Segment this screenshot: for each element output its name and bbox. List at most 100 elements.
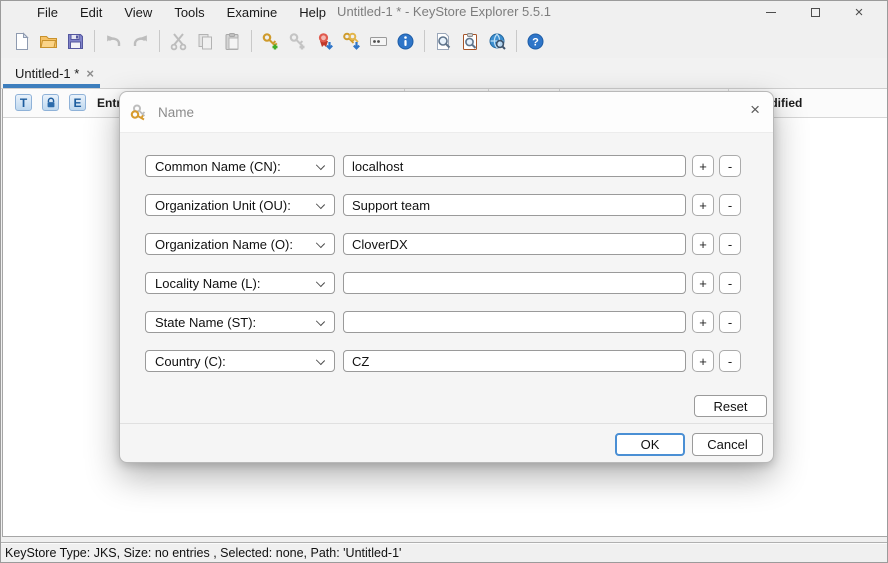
help-button[interactable]: ? — [522, 28, 549, 54]
import-trusted-certificate-button[interactable] — [311, 28, 338, 54]
chevron-down-icon — [316, 161, 325, 170]
examine-clipboard-icon — [461, 32, 480, 51]
toolbar-separator — [159, 30, 160, 52]
ok-button[interactable]: OK — [615, 433, 685, 456]
set-password-button[interactable] — [365, 28, 392, 54]
add-attribute-button-3[interactable]: + — [692, 272, 714, 294]
add-attribute-button-0[interactable]: + — [692, 155, 714, 177]
properties-button[interactable] — [392, 28, 419, 54]
close-button[interactable]: × — [837, 1, 881, 24]
import-key-pair-icon — [342, 32, 361, 51]
attribute-value-input-3[interactable] — [343, 272, 686, 294]
paste-button[interactable] — [219, 28, 246, 54]
reset-button[interactable]: Reset — [694, 395, 767, 417]
undo-icon — [104, 32, 123, 51]
copy-button[interactable] — [192, 28, 219, 54]
active-tab-indicator — [3, 84, 100, 88]
attribute-type-label: Common Name (CN): — [155, 159, 281, 174]
examine-ssl-icon — [488, 32, 507, 51]
new-file-button[interactable] — [8, 28, 35, 54]
dialog-close-icon[interactable]: × — [750, 101, 760, 118]
svg-text:?: ? — [532, 36, 539, 48]
save-file-button[interactable] — [62, 28, 89, 54]
open-file-button[interactable] — [35, 28, 62, 54]
attribute-type-select-1[interactable]: Organization Unit (OU): — [145, 194, 335, 216]
lock-icon — [45, 97, 57, 109]
cut-button[interactable] — [165, 28, 192, 54]
add-attribute-button-5[interactable]: + — [692, 350, 714, 372]
dialog-title: Name — [158, 105, 194, 120]
add-attribute-button-4[interactable]: + — [692, 311, 714, 333]
set-password-icon — [369, 32, 388, 51]
window-title: Untitled-1 * - KeyStore Explorer 5.5.1 — [337, 4, 551, 19]
expiry-status-icon[interactable]: E — [69, 94, 86, 111]
attribute-type-select-2[interactable]: Organization Name (O): — [145, 233, 335, 255]
tab-close-icon[interactable]: × — [86, 67, 94, 80]
redo-button[interactable] — [127, 28, 154, 54]
examine-file-icon — [434, 32, 453, 51]
menu-edit[interactable]: Edit — [69, 3, 113, 22]
attribute-type-label: Country (C): — [155, 354, 226, 369]
cut-icon — [169, 32, 188, 51]
import-key-pair-disabled-icon — [288, 32, 307, 51]
examine-ssl-button[interactable] — [484, 28, 511, 54]
attribute-type-label: Locality Name (L): — [155, 276, 260, 291]
minimize-button[interactable] — [749, 1, 793, 24]
examine-file-button[interactable] — [430, 28, 457, 54]
attribute-value-input-4[interactable] — [343, 311, 686, 333]
add-attribute-button-1[interactable]: + — [692, 194, 714, 216]
attribute-type-select-4[interactable]: State Name (ST): — [145, 311, 335, 333]
import-key-pair-disabled-button[interactable] — [284, 28, 311, 54]
dialog-footer-divider — [120, 423, 773, 424]
cancel-button[interactable]: Cancel — [692, 433, 763, 456]
app-window: File Edit View Tools Examine Help Untitl… — [0, 0, 888, 563]
properties-icon — [396, 32, 415, 51]
toolbar-separator — [424, 30, 425, 52]
menubar: File Edit View Tools Examine Help Untitl… — [1, 1, 887, 24]
maximize-button[interactable] — [793, 1, 837, 24]
lock-status-icon[interactable] — [42, 94, 59, 111]
remove-attribute-button-5[interactable]: - — [719, 350, 741, 372]
tab-bar: Untitled-1 * × — [1, 58, 887, 89]
attribute-value-input-2[interactable] — [343, 233, 686, 255]
toolbar-separator — [251, 30, 252, 52]
generate-key-pair-button[interactable] — [257, 28, 284, 54]
remove-attribute-button-3[interactable]: - — [719, 272, 741, 294]
menu-view[interactable]: View — [113, 3, 163, 22]
attribute-type-select-3[interactable]: Locality Name (L): — [145, 272, 335, 294]
undo-button[interactable] — [100, 28, 127, 54]
remove-attribute-button-0[interactable]: - — [719, 155, 741, 177]
redo-icon — [131, 32, 150, 51]
status-text: KeyStore Type: JKS, Size: no entries , S… — [5, 546, 401, 560]
minimize-icon — [766, 12, 776, 13]
copy-icon — [196, 32, 215, 51]
menu-tools[interactable]: Tools — [163, 3, 215, 22]
add-attribute-button-2[interactable]: + — [692, 233, 714, 255]
menu-file[interactable]: File — [26, 3, 69, 22]
tab-label: Untitled-1 * — [15, 66, 79, 81]
menu-help[interactable]: Help — [288, 3, 337, 22]
name-dialog: Name × Common Name (CN): + - Organizatio… — [119, 91, 774, 463]
remove-attribute-button-4[interactable]: - — [719, 311, 741, 333]
chevron-down-icon — [316, 200, 325, 209]
generate-key-pair-icon — [261, 32, 280, 51]
attribute-value-input-1[interactable] — [343, 194, 686, 216]
attribute-type-select-0[interactable]: Common Name (CN): — [145, 155, 335, 177]
attribute-type-label: State Name (ST): — [155, 315, 256, 330]
chevron-down-icon — [316, 239, 325, 248]
menu-examine[interactable]: Examine — [216, 3, 289, 22]
chevron-down-icon — [316, 317, 325, 326]
key-pair-icon — [129, 102, 149, 122]
remove-attribute-button-2[interactable]: - — [719, 233, 741, 255]
save-file-icon — [66, 32, 85, 51]
examine-clipboard-button[interactable] — [457, 28, 484, 54]
new-file-icon — [12, 32, 31, 51]
remove-attribute-button-1[interactable]: - — [719, 194, 741, 216]
attribute-value-input-5[interactable] — [343, 350, 686, 372]
import-trusted-certificate-icon — [315, 32, 334, 51]
entry-type-icon[interactable]: T — [15, 94, 32, 111]
attribute-type-select-5[interactable]: Country (C): — [145, 350, 335, 372]
toolbar: ? — [1, 24, 887, 58]
attribute-value-input-0[interactable] — [343, 155, 686, 177]
import-key-pair-button[interactable] — [338, 28, 365, 54]
